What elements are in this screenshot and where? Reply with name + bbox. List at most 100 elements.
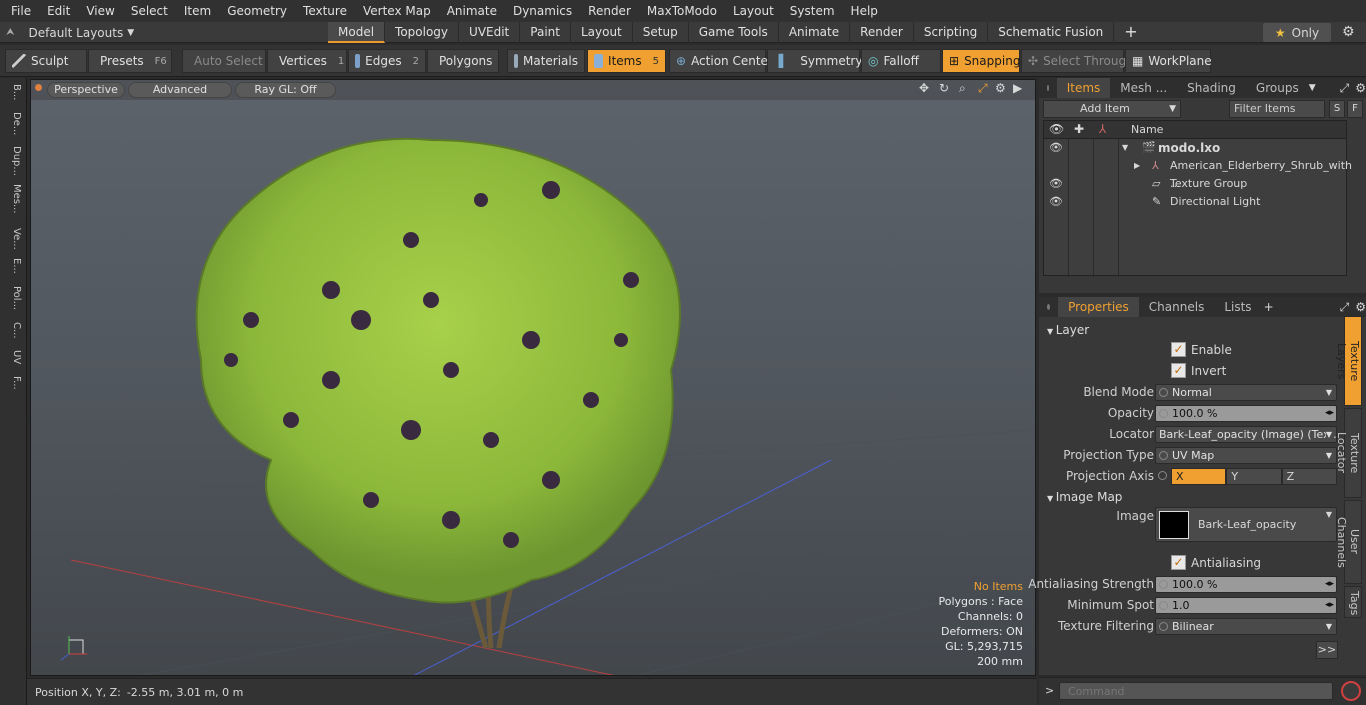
3d-viewport[interactable]: Perspective Advanced Ray GL: Off ✥ ↻ ⌕ ⤢…: [30, 79, 1036, 676]
eye-icon[interactable]: 👁: [1049, 139, 1063, 157]
rotate-view-icon[interactable]: ↻: [939, 81, 949, 95]
eye-icon[interactable]: 👁: [1049, 193, 1063, 211]
tab-scripting[interactable]: Scripting: [914, 22, 989, 43]
left-tab-3[interactable]: Mes...: [4, 184, 22, 214]
menu-dynamics[interactable]: Dynamics: [505, 0, 580, 22]
menu-texture[interactable]: Texture: [295, 0, 355, 22]
tab-mesh[interactable]: Mesh ...: [1110, 78, 1177, 98]
tree-row-scene[interactable]: 👁 ▼ 🎬 modo.lxo: [1044, 139, 1346, 157]
axis-z-button[interactable]: Z: [1281, 468, 1337, 485]
advanced-button[interactable]: Advanced: [128, 82, 232, 98]
auto-select-button[interactable]: Auto Select: [182, 49, 266, 73]
tab-layout[interactable]: Layout: [571, 22, 633, 43]
gear-icon[interactable]: ⚙: [1342, 24, 1355, 40]
image-map-section-header[interactable]: ▼ Image Map: [1047, 490, 1122, 504]
left-tab-0[interactable]: B...: [4, 84, 22, 100]
slider-arrows-icon[interactable]: ◂▸: [1325, 598, 1334, 613]
panel-dropdown-icon[interactable]: ▼: [1309, 83, 1316, 93]
menu-select[interactable]: Select: [123, 0, 176, 22]
axis-y-button[interactable]: Y: [1226, 468, 1282, 485]
side-tab-texture-locator[interactable]: Texture Locator: [1335, 408, 1362, 498]
select-through-button[interactable]: ✣ Select Through: [1021, 49, 1134, 73]
menu-edit[interactable]: Edit: [39, 0, 78, 22]
polygons-button[interactable]: Polygons: [427, 49, 499, 73]
action-center-button[interactable]: ⊕ Action Center: [669, 49, 773, 73]
blend-mode-select[interactable]: Normal ▼: [1155, 384, 1337, 401]
perspective-button[interactable]: Perspective: [47, 82, 125, 98]
only-button[interactable]: ★ Only: [1263, 23, 1331, 42]
expand-icon[interactable]: ⤢: [1340, 300, 1350, 315]
tree-row-mesh[interactable]: ▶ ⅄ American_Elderberry_Shrub_with ...: [1044, 157, 1352, 190]
menu-render[interactable]: Render: [580, 0, 639, 22]
eye-icon[interactable]: 👁: [1049, 175, 1063, 193]
record-icon[interactable]: [1341, 681, 1361, 701]
left-tab-2[interactable]: Dup...: [4, 146, 22, 176]
left-tab-9[interactable]: F...: [4, 376, 22, 390]
add-tab-icon[interactable]: +: [1114, 22, 1147, 43]
viewport-dot-icon[interactable]: [35, 84, 42, 91]
vertices-button[interactable]: Vertices 1: [267, 49, 347, 73]
locator-select[interactable]: Bark-Leaf_opacity (Image) (Tex... ▼: [1155, 426, 1337, 443]
materials-button[interactable]: Materials: [507, 49, 585, 73]
move-view-icon[interactable]: ✥: [919, 81, 929, 95]
layout-dropdown[interactable]: ⮝ Default Layouts ▼: [0, 22, 140, 43]
texture-filtering-select[interactable]: Bilinear ▼: [1155, 618, 1337, 635]
command-input[interactable]: [1059, 682, 1333, 700]
axis-x-button[interactable]: X: [1171, 468, 1227, 485]
symmetry-button[interactable]: ▐ Symmetry: [767, 49, 862, 73]
slider-arrows-icon[interactable]: ◂▸: [1325, 406, 1334, 421]
tab-animate[interactable]: Animate: [779, 22, 851, 43]
s-button[interactable]: S: [1329, 100, 1345, 118]
panel-dot-icon[interactable]: [1047, 304, 1051, 310]
menu-system[interactable]: System: [782, 0, 843, 22]
tab-uvedit[interactable]: UVEdit: [459, 22, 521, 43]
viewport-menu-icon[interactable]: ▶: [1013, 81, 1022, 95]
menu-vertex-map[interactable]: Vertex Map: [355, 0, 439, 22]
menu-file[interactable]: File: [3, 0, 39, 22]
menu-help[interactable]: Help: [843, 0, 886, 22]
snapping-button[interactable]: ⊞ Snapping: [942, 49, 1020, 73]
left-tab-6[interactable]: Pol...: [4, 286, 22, 310]
invert-checkbox[interactable]: ✓: [1171, 363, 1186, 378]
tab-topology[interactable]: Topology: [385, 22, 460, 43]
tab-items[interactable]: Items: [1056, 78, 1111, 98]
tab-model[interactable]: Model: [328, 22, 386, 43]
menu-geometry[interactable]: Geometry: [219, 0, 295, 22]
opacity-field[interactable]: 100.0 % ◂▸: [1155, 405, 1337, 422]
panel-gear-icon[interactable]: ⚙: [1355, 300, 1366, 314]
image-select[interactable]: Bark-Leaf_opacity ▼: [1155, 507, 1337, 542]
menu-maxtomodo[interactable]: MaxToModo: [639, 0, 725, 22]
menu-view[interactable]: View: [78, 0, 122, 22]
f-button[interactable]: F: [1347, 100, 1363, 118]
add-tab-icon[interactable]: +: [1264, 300, 1274, 314]
aa-strength-field[interactable]: 100.0 % ◂▸: [1155, 576, 1337, 593]
tab-game-tools[interactable]: Game Tools: [689, 22, 779, 43]
side-tab-texture-layers[interactable]: Texture Layers: [1335, 316, 1362, 406]
tab-paint[interactable]: Paint: [520, 22, 571, 43]
projection-type-select[interactable]: UV Map ▼: [1155, 447, 1337, 464]
tab-setup[interactable]: Setup: [633, 22, 689, 43]
items-button[interactable]: Items 5: [587, 49, 666, 73]
filter-items-input[interactable]: Filter Items: [1229, 100, 1325, 118]
tab-channels[interactable]: Channels: [1139, 297, 1215, 317]
expand-arrow-icon[interactable]: ▼: [1122, 139, 1128, 157]
left-tab-5[interactable]: E...: [4, 258, 22, 274]
left-tab-8[interactable]: UV: [4, 350, 22, 364]
panel-dot-icon[interactable]: [1047, 85, 1049, 91]
tree-row-light[interactable]: 👁 ✎ Directional Light: [1044, 193, 1346, 211]
antialiasing-checkbox[interactable]: ✓: [1171, 555, 1186, 570]
menu-item[interactable]: Item: [176, 0, 219, 22]
layer-section-header[interactable]: ▼ Layer: [1047, 323, 1089, 337]
expand-arrow-icon[interactable]: ▶: [1134, 157, 1140, 175]
side-tab-tags[interactable]: Tags: [1344, 586, 1362, 618]
tree-row-texture-group[interactable]: 👁 ▱ Texture Group: [1044, 175, 1346, 193]
menu-animate[interactable]: Animate: [439, 0, 505, 22]
falloff-button[interactable]: ◎ Falloff: [861, 49, 941, 73]
sculpt-button[interactable]: Sculpt: [5, 49, 87, 73]
presets-button[interactable]: Presets F6: [88, 49, 172, 73]
side-tab-user-channels[interactable]: User Channels: [1335, 500, 1362, 584]
workplane-button[interactable]: ▦ WorkPlane: [1125, 49, 1212, 73]
left-tab-1[interactable]: De...: [4, 112, 22, 135]
panel-gear-icon[interactable]: ⚙: [1355, 81, 1366, 95]
add-item-button[interactable]: Add Item ▼: [1043, 100, 1181, 118]
